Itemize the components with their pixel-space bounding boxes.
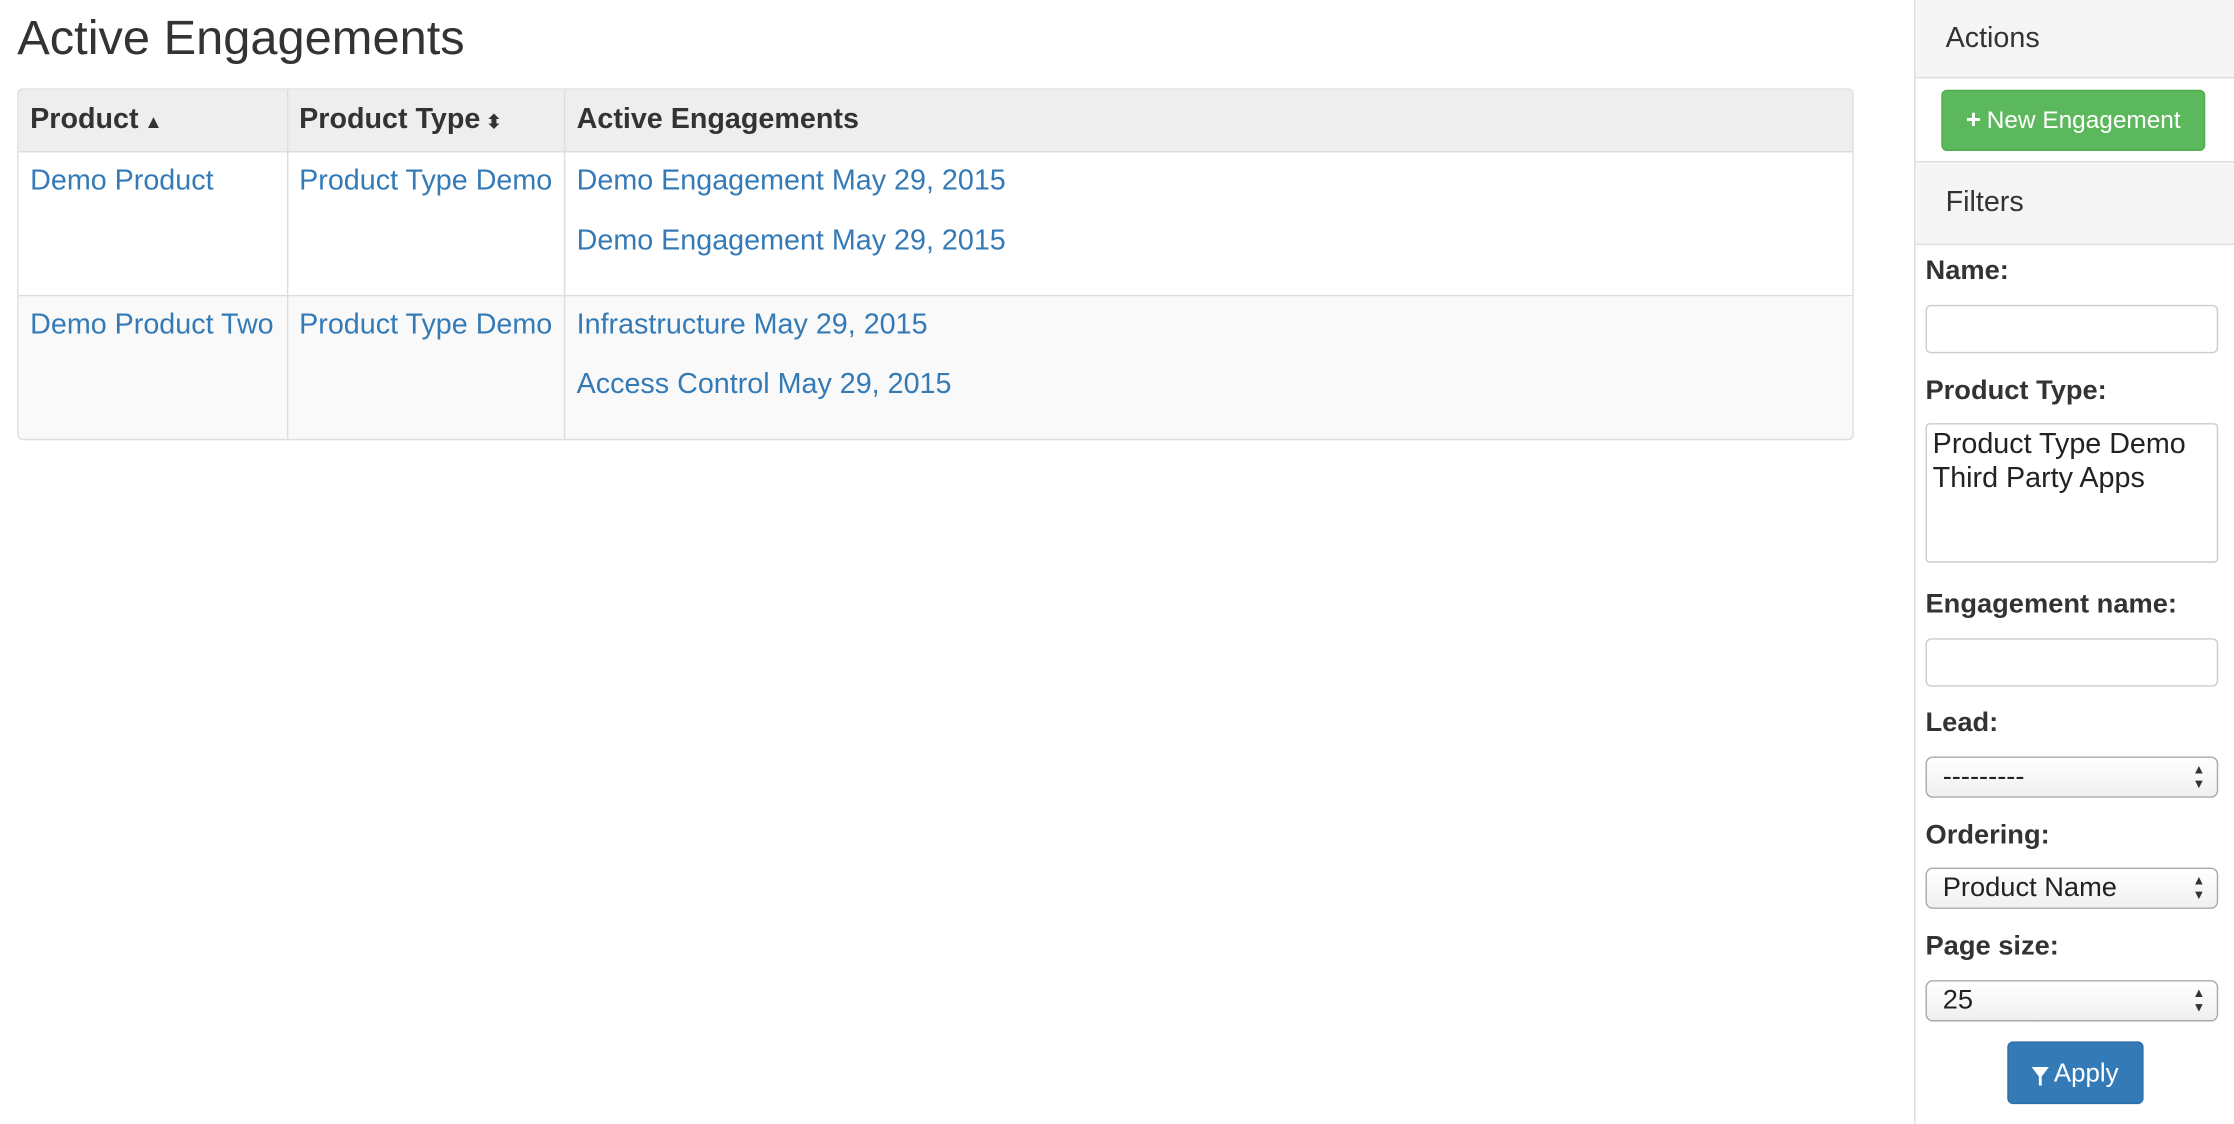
product-type-link[interactable]: Product Type Demo bbox=[299, 164, 552, 198]
engagements-cell: Demo Engagement May 29, 2015 Demo Engage… bbox=[564, 151, 1853, 296]
column-header-active-engagements: Active Engagements bbox=[564, 89, 1853, 153]
ordering-label: Ordering: bbox=[1925, 820, 2050, 851]
engagement-name-label: Engagement name: bbox=[1925, 589, 2177, 620]
engagements-table: Product ▲ Product Type ⬍ Active Engagement… bbox=[17, 88, 1854, 441]
product-type-option[interactable]: Product Type Demo bbox=[1933, 427, 2211, 461]
product-type-option[interactable]: Third Party Apps bbox=[1933, 462, 2211, 496]
product-type-link[interactable]: Product Type Demo bbox=[299, 308, 552, 342]
new-engagement-button[interactable]: + New Engagement bbox=[1941, 89, 2206, 152]
column-header-product-type[interactable]: Product Type ⬍ bbox=[286, 89, 566, 153]
sort-ascending-icon: ▲ bbox=[144, 111, 163, 133]
column-header-label: Product bbox=[30, 103, 139, 136]
page-size-select-value: 25 bbox=[1942, 985, 1974, 1016]
column-header-product[interactable]: Product ▲ bbox=[18, 89, 288, 153]
engagement-link[interactable]: Access Control May 29, 2015 bbox=[577, 368, 1841, 402]
product-link[interactable]: Demo Product Two bbox=[30, 308, 275, 342]
table-row: Demo Product Two Product Type Demo Infra… bbox=[18, 294, 1853, 439]
select-arrows-icon: ▲ ▼ bbox=[2192, 985, 2206, 1015]
product-cell: Demo Product Two bbox=[18, 294, 288, 439]
filters-panel-title: Filters bbox=[1915, 160, 2234, 246]
ordering-select-value: Product Name bbox=[1942, 873, 2117, 904]
engagement-link[interactable]: Demo Engagement May 29, 2015 bbox=[577, 164, 1841, 198]
product-link[interactable]: Demo Product bbox=[30, 164, 275, 198]
sidebar: Actions + New Engagement Filters Name: P… bbox=[1914, 0, 2234, 1124]
product-type-multiselect[interactable]: Product Type Demo Third Party Apps bbox=[1925, 423, 2219, 563]
product-type-cell: Product Type Demo bbox=[286, 151, 566, 296]
product-cell: Demo Product bbox=[18, 151, 288, 296]
actions-panel-title: Actions bbox=[1915, 0, 2234, 79]
page-size-select[interactable]: 25 ▲ ▼ bbox=[1925, 980, 2219, 1022]
lead-label: Lead: bbox=[1925, 708, 1999, 738]
plus-icon: + bbox=[1965, 105, 1982, 134]
sort-icon: ⬍ bbox=[486, 111, 502, 133]
product-type-cell: Product Type Demo bbox=[286, 294, 566, 439]
engagement-name-input[interactable] bbox=[1925, 638, 2219, 687]
lead-select[interactable]: --------- ▲ ▼ bbox=[1925, 756, 2219, 798]
engagement-link[interactable]: Infrastructure May 29, 2015 bbox=[577, 308, 1841, 342]
engagement-link[interactable]: Demo Engagement May 29, 2015 bbox=[577, 224, 1841, 258]
name-input[interactable] bbox=[1925, 304, 2219, 354]
apply-button[interactable]: Apply bbox=[2007, 1041, 2144, 1105]
table-header-row: Product ▲ Product Type ⬍ Active Engagement… bbox=[18, 89, 1853, 153]
table-row: Demo Product Product Type Demo Demo Enga… bbox=[18, 151, 1853, 296]
actions-panel-body: + New Engagement bbox=[1915, 78, 2234, 161]
select-arrows-icon: ▲ ▼ bbox=[2192, 762, 2206, 791]
new-engagement-label: New Engagement bbox=[1986, 106, 2181, 134]
name-label: Name: bbox=[1925, 256, 2009, 287]
column-header-label: Active Engagements bbox=[576, 103, 859, 136]
page-size-label: Page size: bbox=[1925, 931, 2059, 962]
select-arrows-icon: ▲ ▼ bbox=[2192, 873, 2206, 902]
column-header-label: Product Type bbox=[299, 103, 481, 136]
product-type-label: Product Type: bbox=[1925, 376, 2107, 407]
filter-icon bbox=[2032, 1067, 2050, 1086]
apply-label: Apply bbox=[2053, 1057, 2119, 1087]
engagements-cell: Infrastructure May 29, 2015 Access Contr… bbox=[564, 294, 1853, 439]
ordering-select[interactable]: Product Name ▲ ▼ bbox=[1925, 867, 2219, 909]
lead-select-value: --------- bbox=[1942, 762, 2025, 793]
page-title: Active Engagements bbox=[17, 11, 465, 66]
